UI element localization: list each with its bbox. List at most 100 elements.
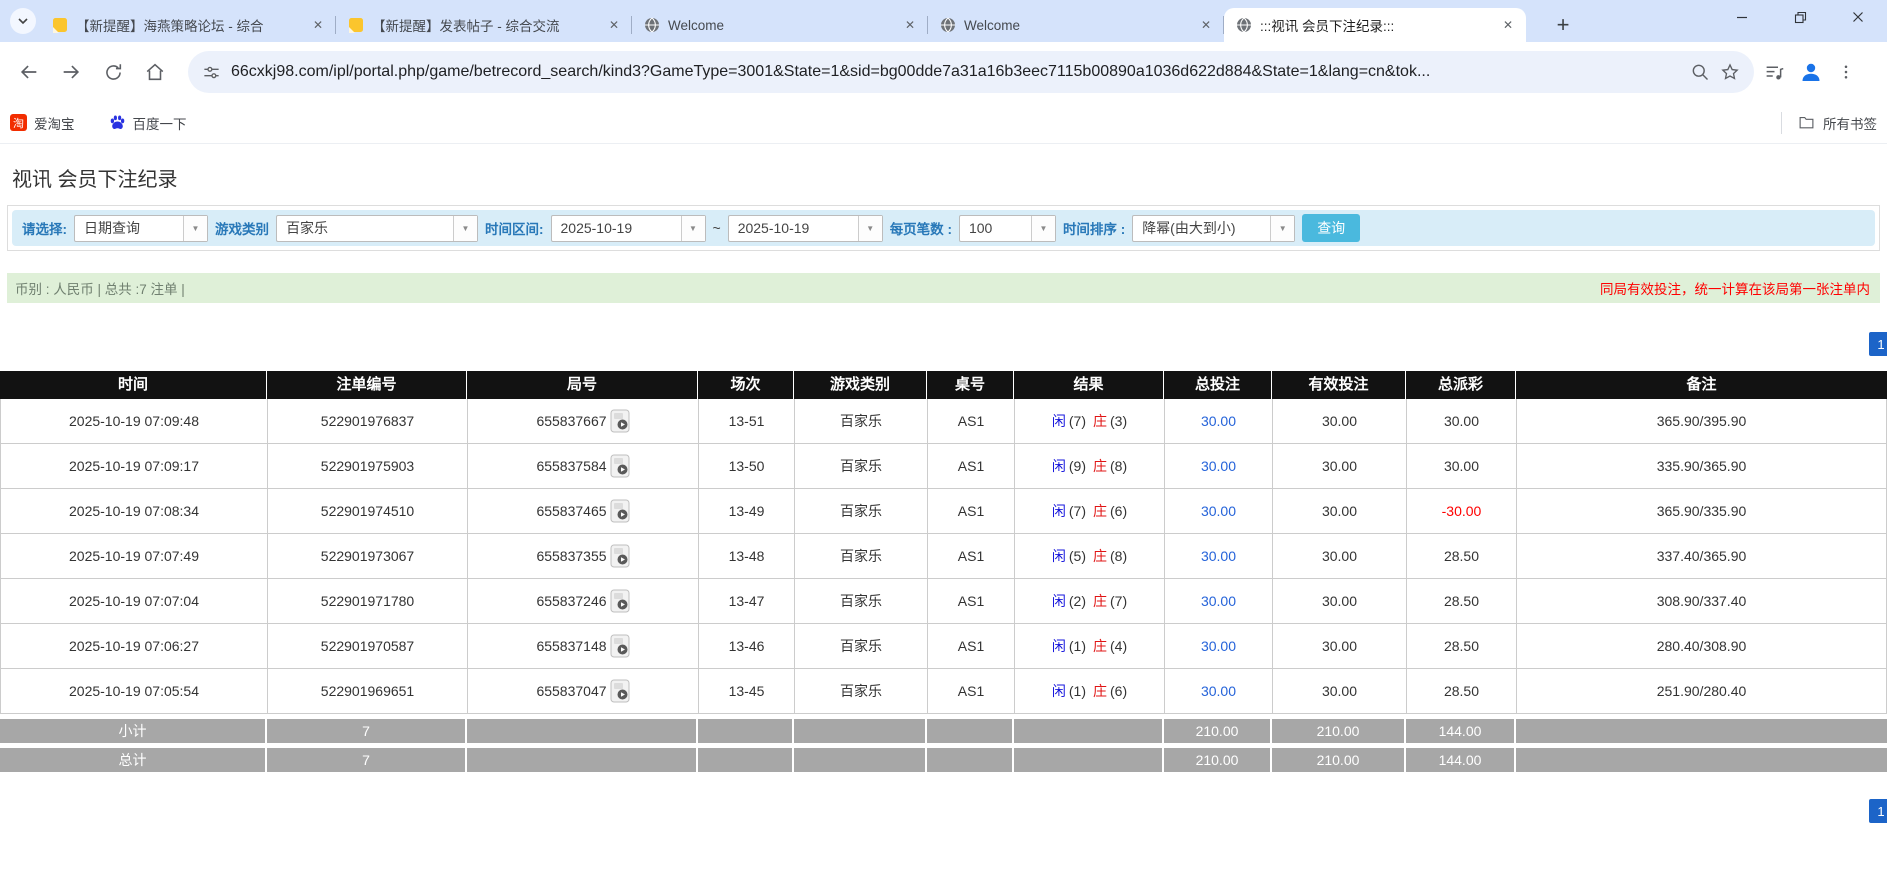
result-player-label: 闲 [1052, 501, 1066, 521]
result-banker-score: (4) [1110, 638, 1127, 654]
col-header-note: 备注 [1516, 371, 1887, 399]
chevron-down-icon[interactable]: ▼ [681, 216, 705, 241]
media-controls-icon[interactable] [1764, 62, 1785, 83]
cell-total-bet-link[interactable]: 30.00 [1165, 579, 1273, 624]
cell-round: 655837047 [468, 669, 699, 714]
cell-total-bet-link[interactable]: 30.00 [1165, 624, 1273, 669]
tab-search-button[interactable] [10, 8, 36, 34]
close-icon[interactable]: ✕ [1198, 17, 1214, 33]
cell-total-bet-link[interactable]: 30.00 [1165, 444, 1273, 489]
cell-total-bet-link[interactable]: 30.00 [1165, 534, 1273, 579]
cell-session: 13-45 [699, 669, 795, 714]
close-icon[interactable]: ✕ [902, 17, 918, 33]
close-icon[interactable]: ✕ [1500, 17, 1516, 33]
cell-session: 13-51 [699, 399, 795, 444]
chevron-down-icon[interactable]: ▼ [453, 216, 477, 241]
cell-total-bet-link[interactable]: 30.00 [1165, 399, 1273, 444]
col-header-session: 场次 [698, 371, 794, 399]
video-replay-icon[interactable] [610, 409, 630, 433]
search-button[interactable]: 查询 [1302, 214, 1360, 242]
filter-panel: 请选择: 日期查询 ▼ 游戏类别 百家乐 ▼ 时间区间: 2025-10-19 … [7, 205, 1880, 251]
table-row: 2025-10-19 07:08:34 522901974510 6558374… [1, 489, 1887, 534]
chevron-down-icon[interactable]: ▼ [183, 216, 207, 241]
all-bookmarks-button[interactable]: 所有书签 [1781, 112, 1877, 134]
pagination-page-1-bottom[interactable]: 1 [1869, 799, 1887, 823]
cell-game-type: 百家乐 [795, 399, 928, 444]
cell-table-no: AS1 [928, 444, 1015, 489]
round-number: 655837246 [536, 593, 606, 609]
zoom-icon[interactable] [1690, 62, 1710, 82]
new-tab-button[interactable]: + [1550, 12, 1576, 38]
video-replay-icon[interactable] [610, 454, 630, 478]
home-button[interactable] [138, 55, 172, 89]
sort-select[interactable]: 降幂(由大到小) ▼ [1132, 215, 1295, 242]
same-round-notice-text: 同局有效投注，统一计算在该局第一张注单内 [1600, 278, 1870, 298]
site-settings-tune-icon[interactable] [202, 63, 221, 82]
chevron-down-icon[interactable]: ▼ [858, 216, 882, 241]
date-to-select[interactable]: 2025-10-19 ▼ [728, 215, 883, 242]
url-text[interactable]: 66cxkj98.com/ipl/portal.php/game/betreco… [231, 63, 1680, 81]
tab-post[interactable]: 【新提醒】发表帖子 - 综合交流 ✕ [336, 8, 632, 42]
tab-title: 【新提醒】海燕策略论坛 - 综合 [76, 15, 302, 35]
per-page-select[interactable]: 100 ▼ [959, 215, 1056, 242]
total-empty [467, 748, 698, 772]
tab-forum[interactable]: 【新提醒】海燕策略论坛 - 综合 ✕ [40, 8, 336, 42]
cell-valid-bet: 30.00 [1273, 579, 1407, 624]
profile-avatar-icon[interactable] [1799, 60, 1823, 84]
per-page-label: 每页笔数 : [890, 218, 952, 238]
cell-bet-id: 522901974510 [268, 489, 468, 534]
round-number: 655837047 [536, 683, 606, 699]
forward-button[interactable] [54, 55, 88, 89]
table-header-row: 时间 注单编号 局号 场次 游戏类别 桌号 结果 总投注 有效投注 总派彩 备注 [0, 371, 1887, 399]
subtotal-empty [794, 719, 927, 743]
cell-bet-id: 522901976837 [268, 399, 468, 444]
round-number: 655837148 [536, 638, 606, 654]
game-type-select[interactable]: 百家乐 ▼ [276, 215, 478, 242]
chevron-down-icon[interactable]: ▼ [1031, 216, 1055, 241]
query-type-select[interactable]: 日期查询 ▼ [74, 215, 208, 242]
cell-bet-id: 522901969651 [268, 669, 468, 714]
bet-record-table: 时间 注单编号 局号 场次 游戏类别 桌号 结果 总投注 有效投注 总派彩 备注… [0, 371, 1887, 772]
result-banker-label: 庄 [1093, 411, 1107, 431]
chevron-down-icon[interactable]: ▼ [1270, 216, 1294, 241]
round-number: 655837667 [536, 413, 606, 429]
restore-button[interactable] [1771, 0, 1829, 34]
total-payout: 144.00 [1406, 748, 1516, 772]
tab-welcome-2[interactable]: Welcome ✕ [928, 8, 1224, 42]
cell-game-type: 百家乐 [795, 579, 928, 624]
close-icon[interactable]: ✕ [310, 17, 326, 33]
result-banker-label: 庄 [1093, 591, 1107, 611]
cell-payout: 28.50 [1407, 534, 1517, 579]
video-replay-icon[interactable] [610, 589, 630, 613]
close-icon[interactable]: ✕ [606, 17, 622, 33]
table-row: 2025-10-19 07:09:17 522901975903 6558375… [1, 444, 1887, 489]
cell-total-bet-link[interactable]: 30.00 [1165, 669, 1273, 714]
video-replay-icon[interactable] [610, 499, 630, 523]
result-player-label: 闲 [1052, 591, 1066, 611]
cell-total-bet-link[interactable]: 30.00 [1165, 489, 1273, 534]
video-replay-icon[interactable] [610, 544, 630, 568]
address-bar[interactable]: 66cxkj98.com/ipl/portal.php/game/betreco… [188, 51, 1754, 93]
close-window-button[interactable] [1829, 0, 1887, 34]
pagination-page-1-top[interactable]: 1 [1869, 332, 1887, 356]
subtotal-empty [1014, 719, 1164, 743]
minimize-button[interactable] [1713, 0, 1771, 34]
bookmark-aitaobao[interactable]: 淘 爱淘宝 [10, 113, 75, 133]
grand-total-row: 总计 7 210.00 210.00 144.00 [0, 748, 1887, 772]
back-button[interactable] [12, 55, 46, 89]
video-replay-icon[interactable] [610, 634, 630, 658]
tab-title: 【新提醒】发表帖子 - 综合交流 [372, 15, 598, 35]
menu-kebab-icon[interactable] [1837, 63, 1855, 81]
date-from-select[interactable]: 2025-10-19 ▼ [551, 215, 706, 242]
cell-session: 13-49 [699, 489, 795, 534]
sort-value: 降幂(由大到小) [1133, 216, 1270, 241]
cell-payout: 28.50 [1407, 669, 1517, 714]
video-replay-icon[interactable] [610, 679, 630, 703]
reload-button[interactable] [96, 55, 130, 89]
result-player-score: (1) [1069, 683, 1086, 699]
tab-welcome-1[interactable]: Welcome ✕ [632, 8, 928, 42]
cell-note: 251.90/280.40 [1517, 669, 1887, 714]
bookmark-star-icon[interactable] [1720, 62, 1740, 82]
tab-bet-record-active[interactable]: :::视讯 会员下注纪录::: ✕ [1224, 8, 1526, 42]
bookmark-baidu[interactable]: 百度一下 [109, 113, 187, 133]
